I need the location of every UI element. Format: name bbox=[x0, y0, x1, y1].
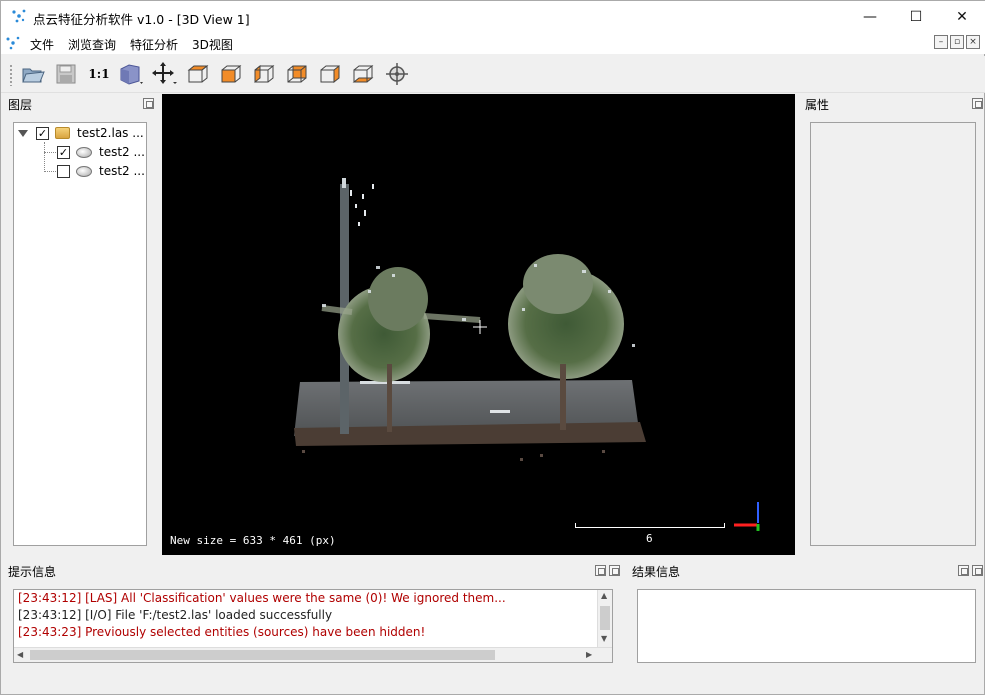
zoom-1-1-icon[interactable]: 1:1 bbox=[86, 61, 112, 87]
3d-view-canvas[interactable]: 6 New size = 633 * 461 (px) bbox=[162, 94, 795, 555]
view-top-icon[interactable] bbox=[185, 61, 211, 87]
close-button[interactable]: ✕ bbox=[939, 1, 985, 32]
result-close-button[interactable] bbox=[972, 565, 983, 576]
properties-area[interactable] bbox=[810, 122, 976, 546]
layers-tree[interactable]: ✓ test2.las ... ✓ test2 ... test2 ... bbox=[13, 122, 147, 546]
title-bar: 点云特征分析软件 v1.0 - [3D View 1] — ☐ ✕ bbox=[1, 1, 985, 32]
expand-arrow-icon[interactable] bbox=[18, 129, 28, 137]
layer-checkbox[interactable]: ✓ bbox=[36, 126, 49, 140]
console-log[interactable]: [23:43:12] [LAS] All 'Classification' va… bbox=[13, 589, 613, 663]
scale-bar bbox=[575, 523, 725, 528]
menu-3d-view[interactable]: 3D视图 bbox=[192, 36, 233, 53]
log-line: [23:43:23] Previously selected entities … bbox=[18, 625, 426, 639]
properties-panel-title: 属性 bbox=[805, 98, 830, 112]
tree-item-label: test2 ... bbox=[99, 145, 145, 159]
layer-checkbox[interactable] bbox=[57, 164, 70, 178]
scroll-right-icon[interactable]: ▶ bbox=[586, 650, 592, 659]
pivot-crosshair-icon[interactable] bbox=[152, 61, 178, 87]
scroll-thumb[interactable] bbox=[30, 650, 495, 660]
mdi-app-icon[interactable] bbox=[5, 36, 21, 50]
view-right-icon[interactable] bbox=[317, 61, 343, 87]
point-picking-icon[interactable] bbox=[384, 61, 410, 87]
view-left-icon[interactable] bbox=[251, 61, 277, 87]
point-cloud-render bbox=[294, 178, 760, 531]
scroll-thumb[interactable] bbox=[600, 606, 610, 630]
tree-item-las-file[interactable]: ✓ test2.las ... bbox=[18, 124, 144, 142]
layers-panel-title: 图层 bbox=[8, 98, 33, 112]
menu-browse-query[interactable]: 浏览查询 bbox=[68, 36, 116, 53]
main-toolbar: 1:1 bbox=[1, 56, 985, 93]
horizontal-scrollbar[interactable]: ◀ ▶ bbox=[14, 647, 612, 662]
result-float-button[interactable] bbox=[958, 565, 969, 576]
tree-item-label: test2 ... bbox=[99, 164, 145, 178]
menu-feature-analysis[interactable]: 特征分析 bbox=[130, 36, 178, 53]
console-close-button[interactable] bbox=[609, 565, 620, 576]
menu-bar: 文件 浏览查询 特征分析 3D视图 – ▫ × bbox=[1, 32, 985, 54]
tree-item-label: test2.las ... bbox=[77, 126, 144, 140]
view-front-icon[interactable] bbox=[218, 61, 244, 87]
layers-float-button[interactable] bbox=[143, 98, 154, 109]
result-panel-title: 结果信息 bbox=[632, 565, 681, 579]
maximize-button[interactable]: ☐ bbox=[893, 1, 939, 32]
mdi-restore-button[interactable]: ▫ bbox=[950, 35, 964, 49]
scale-bar-label: 6 bbox=[646, 532, 653, 545]
open-folder-icon[interactable] bbox=[20, 61, 46, 87]
scroll-up-icon[interactable]: ▲ bbox=[601, 591, 607, 600]
tree-item-cloud-2[interactable]: test2 ... bbox=[57, 162, 145, 180]
mdi-close-button[interactable]: × bbox=[966, 35, 980, 49]
vertical-scrollbar[interactable]: ▲ ▼ bbox=[597, 590, 612, 647]
result-area[interactable] bbox=[637, 589, 976, 663]
scroll-left-icon[interactable]: ◀ bbox=[17, 650, 23, 659]
main-window: 点云特征分析软件 v1.0 - [3D View 1] — ☐ ✕ 文件 浏览查… bbox=[0, 0, 985, 695]
view-bottom-icon[interactable] bbox=[350, 61, 376, 87]
tree-item-cloud-1[interactable]: ✓ test2 ... bbox=[57, 143, 145, 161]
point-cloud-icon bbox=[76, 146, 92, 158]
point-cloud-icon bbox=[76, 165, 92, 177]
mdi-minimize-button[interactable]: – bbox=[934, 35, 948, 49]
log-line: [23:43:12] [LAS] All 'Classification' va… bbox=[18, 591, 506, 605]
folder-icon bbox=[55, 127, 70, 139]
app-logo-icon bbox=[12, 9, 26, 23]
view-back-icon[interactable] bbox=[284, 61, 310, 87]
properties-float-button[interactable] bbox=[972, 98, 983, 109]
console-float-button[interactable] bbox=[595, 565, 606, 576]
menu-file[interactable]: 文件 bbox=[30, 36, 54, 53]
toolbar-grip[interactable] bbox=[9, 64, 13, 86]
view-status-text: New size = 633 * 461 (px) bbox=[170, 534, 336, 547]
log-line: [23:43:12] [I/O] File 'F:/test2.las' loa… bbox=[18, 608, 333, 622]
save-icon[interactable] bbox=[53, 61, 79, 87]
minimize-button[interactable]: — bbox=[847, 1, 893, 32]
layer-checkbox[interactable]: ✓ bbox=[57, 145, 70, 159]
console-panel-title: 提示信息 bbox=[8, 565, 57, 579]
perspective-cube-icon[interactable] bbox=[118, 61, 144, 87]
window-title: 点云特征分析软件 v1.0 - [3D View 1] bbox=[33, 12, 250, 27]
scroll-down-icon[interactable]: ▼ bbox=[601, 634, 607, 643]
